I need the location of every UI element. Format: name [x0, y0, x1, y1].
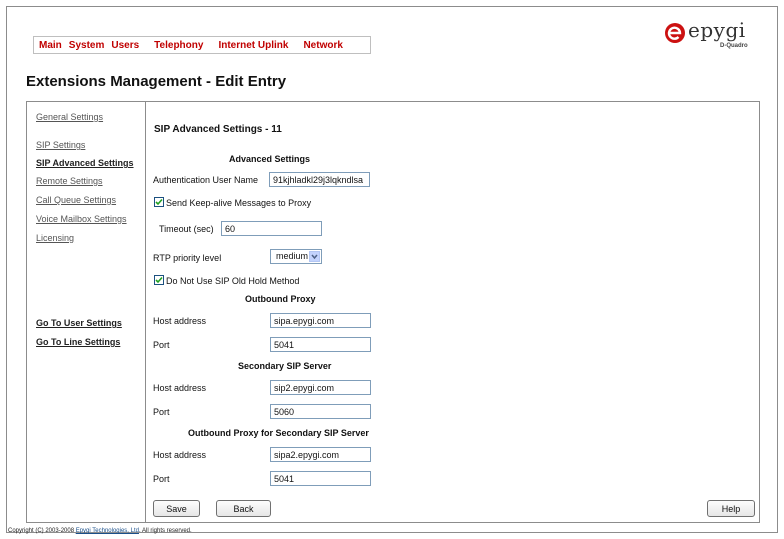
back-button[interactable]: Back: [216, 500, 271, 517]
footer-rights: . All rights reserved.: [138, 528, 192, 534]
auth-user-name-label: Authentication User Name: [153, 175, 259, 185]
keepalive-checkbox[interactable]: [154, 197, 164, 207]
sidebar-item-sip-advanced-settings[interactable]: SIP Advanced Settings: [36, 158, 134, 168]
sidebar-item-remote-settings[interactable]: Remote Settings: [36, 176, 103, 186]
go-to-user-settings-link[interactable]: Go To User Settings: [36, 318, 122, 328]
checkmark-icon: [155, 276, 163, 284]
logo-text: epygi: [688, 18, 746, 42]
save-button[interactable]: Save: [153, 500, 200, 517]
sidebar-item-sip-settings[interactable]: SIP Settings: [36, 140, 85, 150]
secondary-port-input[interactable]: [270, 404, 371, 419]
secondary-sip-header: Secondary SIP Server: [238, 361, 332, 371]
outbound-port-label: Port: [153, 340, 170, 350]
main-area: SIP Advanced Settings - 11 Advanced Sett…: [146, 102, 759, 522]
secondary-port-label: Port: [153, 407, 170, 417]
sidebar-item-voice-mailbox-settings[interactable]: Voice Mailbox Settings: [36, 214, 127, 224]
timeout-label: Timeout (sec): [159, 224, 214, 234]
footer-company-link[interactable]: Epygi Technologies, Ltd: [76, 528, 139, 534]
go-to-line-settings-link[interactable]: Go To Line Settings: [36, 337, 120, 347]
nav-telephony[interactable]: Telephony: [154, 40, 203, 51]
outbound-host-input[interactable]: [270, 313, 371, 328]
auth-user-name-input[interactable]: [269, 172, 370, 187]
epygi-e-icon: [665, 23, 685, 43]
nav-internet-uplink[interactable]: Internet Uplink: [218, 40, 288, 51]
sidebar-item-general-settings[interactable]: General Settings: [36, 112, 103, 122]
sidebar-item-call-queue-settings[interactable]: Call Queue Settings: [36, 195, 116, 205]
sidebar-item-licensing[interactable]: Licensing: [36, 233, 74, 243]
outbound-secondary-header: Outbound Proxy for Secondary SIP Server: [188, 428, 369, 438]
outbound-secondary-host-label: Host address: [153, 450, 207, 460]
footer-copyright: Copyright (C) 2003-2008: [8, 528, 76, 534]
outbound-secondary-host-input[interactable]: [270, 447, 371, 462]
advanced-settings-header: Advanced Settings: [229, 154, 311, 164]
nav-users[interactable]: Users: [111, 40, 139, 51]
outbound-proxy-header: Outbound Proxy: [245, 294, 316, 304]
old-hold-checkbox[interactable]: [154, 275, 164, 285]
logo-subtitle: D-Quadro: [720, 43, 748, 49]
rtp-priority-label: RTP priority level: [153, 253, 222, 263]
secondary-host-input[interactable]: [270, 380, 371, 395]
secondary-host-label: Host address: [153, 383, 207, 393]
nav-network[interactable]: Network: [303, 40, 342, 51]
outbound-secondary-port-input[interactable]: [270, 471, 371, 486]
timeout-input[interactable]: [221, 221, 322, 236]
nav-system[interactable]: System: [69, 40, 105, 51]
old-hold-label: Do Not Use SIP Old Hold Method: [166, 276, 300, 286]
nav-main[interactable]: Main: [39, 40, 62, 51]
rtp-priority-value: medium: [276, 251, 309, 261]
rtp-priority-select[interactable]: medium: [270, 249, 322, 264]
top-nav: Main System Users Telephony Internet Upl…: [33, 36, 371, 54]
help-button[interactable]: Help: [707, 500, 755, 517]
outbound-host-label: Host address: [153, 316, 207, 326]
chevron-down-icon: [309, 251, 320, 262]
page-title: Extensions Management - Edit Entry: [26, 73, 287, 90]
footer: Copyright (C) 2003-2008 Epygi Technologi…: [8, 528, 192, 534]
checkmark-icon: [155, 198, 163, 206]
outbound-port-input[interactable]: [270, 337, 371, 352]
keepalive-label: Send Keep-alive Messages to Proxy: [166, 198, 312, 208]
section-title: SIP Advanced Settings - 11: [154, 124, 282, 135]
epygi-logo: epygi D-Quadro: [664, 18, 760, 56]
outbound-secondary-port-label: Port: [153, 474, 170, 484]
content-box: General Settings SIP Settings SIP Advanc…: [26, 101, 760, 523]
sidebar: General Settings SIP Settings SIP Advanc…: [27, 102, 146, 522]
